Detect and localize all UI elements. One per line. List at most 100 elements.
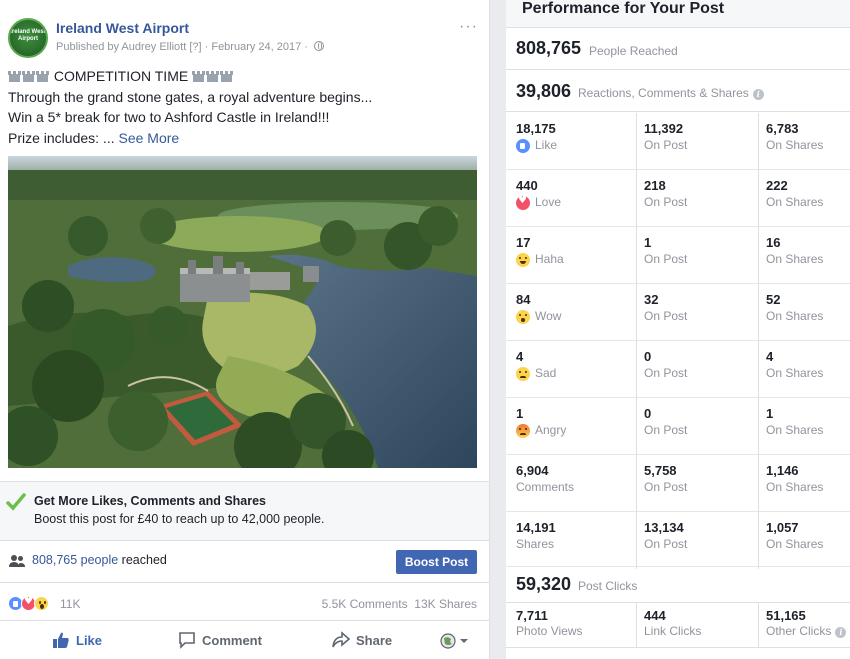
help-marker[interactable]: [?] [189,41,201,53]
people-reached-section: 808,765 People Reached [506,28,850,70]
angry-total: 1 [516,406,524,421]
link-clicks-label: Link Clicks [644,624,702,638]
wow-total: 84 [516,292,531,307]
castle-emoji-icon [22,70,35,82]
other-clicks-value: 51,165 [766,608,806,623]
sad-on-post: 0 [644,349,652,364]
shares-count-link[interactable]: 13K Shares [414,597,477,611]
post-photo-castle[interactable] [8,156,477,468]
page-name-link[interactable]: Ireland West Airport [56,20,189,36]
wow-on-shares: 52 [766,292,781,307]
angry-label: Angry [535,423,567,437]
post-line-prize: Prize includes: ... See More [8,128,478,149]
love-label: Love [535,195,562,209]
boost-promo-banner[interactable]: Get More Likes, Comments and Shares Boos… [0,481,489,541]
share-button[interactable]: Share [332,631,392,649]
comments-total-cell: 6,904 Comments [516,455,636,512]
like-button[interactable]: Like [52,631,102,649]
wow-reaction-icon[interactable] [34,596,49,611]
like-on-post: 11,392 [644,121,684,136]
link-clicks-value: 444 [644,608,666,623]
post-clicks-value: 59,320 [516,574,572,594]
on-shares-label: On Shares [766,423,824,437]
haha-on-shares: 16 [766,235,781,250]
post-meta: Published by Audrey Elliott [?] · Februa… [56,41,325,53]
audience-selector[interactable] [440,632,470,650]
comments-on-post: 5,758 [644,463,677,478]
castle-aerial-photo [8,156,477,468]
engagement-label: Reactions, Comments & Shares i [578,86,764,100]
shares-on-post-cell: 13,134 On Post [636,512,758,569]
clicks-breakdown-row: 7,711 Photo Views 444 Link Clicks 51,165… [506,603,850,648]
post-header: Ireland West Airport Ireland West Airpor… [8,18,482,60]
comments-on-post-cell: 5,758 On Post [636,455,758,512]
like-label: Like [76,633,103,648]
love-total: 440 [516,178,538,193]
reach-row: 808,765 people reached Boost Post [0,541,489,583]
people-reached-label: People Reached [589,44,678,58]
haha-label: Haha [535,252,564,266]
castle-emoji-icon [220,70,233,82]
castle-emoji-icon [8,70,21,82]
shares-on-shares-cell: 1,057 On Shares [758,512,850,569]
photo-views-value: 7,711 [516,608,548,623]
other-clicks-cell: 51,165 Other Clicks i [758,603,850,648]
thumbs-up-icon [53,632,69,648]
love-on-shares-cell: 222 On Shares [758,170,850,227]
post-line-prize-text: Prize includes: ... [8,129,115,146]
wow-label: Wow [535,309,562,323]
share-arrow-icon [332,631,351,648]
post-actions: Like Comment Share [0,621,489,659]
sad-on-shares-cell: 4 On Shares [758,341,850,398]
reach-text: 808,765 people reached [32,553,167,567]
avatar-logo-text: Ireland West Airport [10,29,46,42]
haha-on-post-cell: 1 On Post [636,227,758,284]
on-post-label: On Post [644,480,688,494]
castle-emoji-icon [36,70,49,82]
wow-on-shares-cell: 52 On Shares [758,284,850,341]
like-total-cell: 18,175 Like [516,113,636,170]
info-icon[interactable]: i [752,89,764,100]
post-line: Through the grand stone gates, a royal a… [8,88,373,105]
boost-post-button[interactable]: Boost Post [396,550,477,574]
engagement-section: 39,806 Reactions, Comments & Shares i [506,70,850,112]
page-avatar[interactable]: Ireland West Airport [8,18,48,58]
people-reached-link[interactable]: 808,765 people [32,553,118,567]
published-by: Published by Audrey Elliott [56,41,187,53]
on-post-label: On Post [644,366,688,380]
more-options-icon[interactable]: ··· [459,18,478,36]
other-clicks-label: Other Clicks i [766,624,847,638]
shares-total-cell: 14,191 Shares [516,512,636,569]
comment-button[interactable]: Comment [178,631,262,649]
info-icon[interactable]: i [835,627,847,638]
public-globe-icon [314,41,325,51]
post-date-link[interactable]: February 24, 2017 [211,41,301,53]
performance-panel: Performance for Your Post 808,765 People… [506,0,850,659]
comments-row: 6,904 Comments 5,758 On Post 1,146 On Sh… [506,455,850,512]
sad-label: Sad [535,366,557,380]
wow-total-cell: 84 Wow [516,284,636,341]
reaction-count[interactable]: 11K [60,597,80,611]
headline-text: COMPETITION TIME [53,68,189,84]
comments-count-link[interactable]: 5.5K Comments [322,597,408,611]
love-on-post-cell: 218 On Post [636,170,758,227]
comments-on-shares-cell: 1,146 On Shares [758,455,850,512]
comment-label: Comment [202,633,262,648]
like-on-shares-cell: 6,783 On Shares [758,113,850,170]
comments-on-shares: 1,146 [766,463,799,478]
reaction-row-love: 440 Love 218 On Post 222 On Shares [506,170,850,227]
reactions-summary: 11K 5.5K Comments 13K Shares [0,583,489,621]
shares-on-shares: 1,057 [766,520,799,535]
like-total: 18,175 [516,121,556,136]
meta-separator-2: · [304,41,308,53]
globe-dropdown-icon [440,633,468,649]
share-label: Share [356,633,393,648]
on-post-label: On Post [644,195,688,209]
post-card: Ireland West Airport Ireland West Airpor… [0,0,490,659]
on-shares-label: On Shares [766,309,824,323]
castle-emoji-icon [206,70,219,82]
like-on-post-cell: 11,392 On Post [636,113,758,170]
see-more-link[interactable]: See More [119,130,180,146]
post-clicks-section: 59,320 Post Clicks [506,567,850,603]
love-on-post: 218 [644,178,666,193]
